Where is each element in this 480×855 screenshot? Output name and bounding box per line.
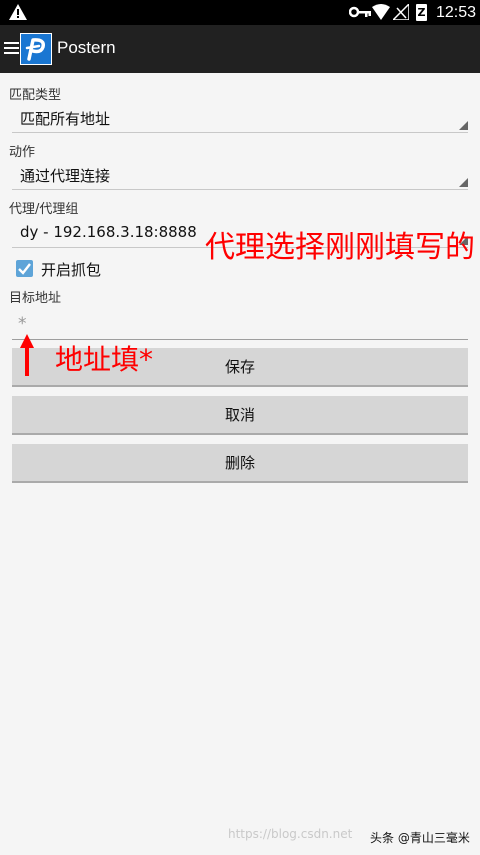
dropdown-arrow-icon	[459, 178, 468, 187]
proxy-value: dy - 192.168.3.18:8888	[20, 223, 197, 241]
check-icon	[18, 263, 31, 275]
watermark: https://blog.csdn.net	[228, 827, 353, 841]
postern-logo-icon	[25, 38, 46, 61]
clock: 12:53	[436, 4, 477, 21]
status-bar: Z 12:53	[0, 0, 480, 25]
address-annotation: 地址填*	[55, 343, 154, 376]
action-label: 动作	[9, 145, 36, 160]
cellular-icon	[393, 4, 409, 20]
match-type-label: 匹配类型	[9, 88, 62, 103]
app-bar: Postern	[0, 25, 480, 73]
vpn-key-icon	[349, 6, 371, 18]
match-type-dropdown[interactable]: 匹配所有地址	[12, 103, 468, 133]
match-type-value: 匹配所有地址	[20, 110, 111, 128]
action-dropdown[interactable]: 通过代理连接	[12, 160, 468, 190]
red-arrow-icon	[20, 334, 34, 376]
source-badge: 头条 @青山三毫米	[370, 831, 470, 845]
wifi-icon	[372, 4, 390, 20]
target-address-input[interactable]	[12, 308, 468, 340]
menu-icon[interactable]	[4, 42, 19, 56]
delete-button[interactable]: 删除	[12, 444, 468, 483]
battery-icon: Z	[416, 4, 427, 21]
cancel-button[interactable]: 取消	[12, 396, 468, 435]
proxy-label: 代理/代理组	[9, 202, 79, 217]
action-value: 通过代理连接	[20, 167, 111, 185]
app-logo	[20, 33, 52, 65]
capture-label: 开启抓包	[41, 261, 102, 279]
warning-icon	[9, 4, 27, 20]
proxy-annotation: 代理选择刚刚填写的	[205, 230, 475, 265]
app-title: Postern	[57, 38, 116, 57]
dropdown-arrow-icon	[459, 121, 468, 130]
target-address-label: 目标地址	[9, 291, 62, 306]
capture-checkbox[interactable]	[16, 260, 33, 277]
